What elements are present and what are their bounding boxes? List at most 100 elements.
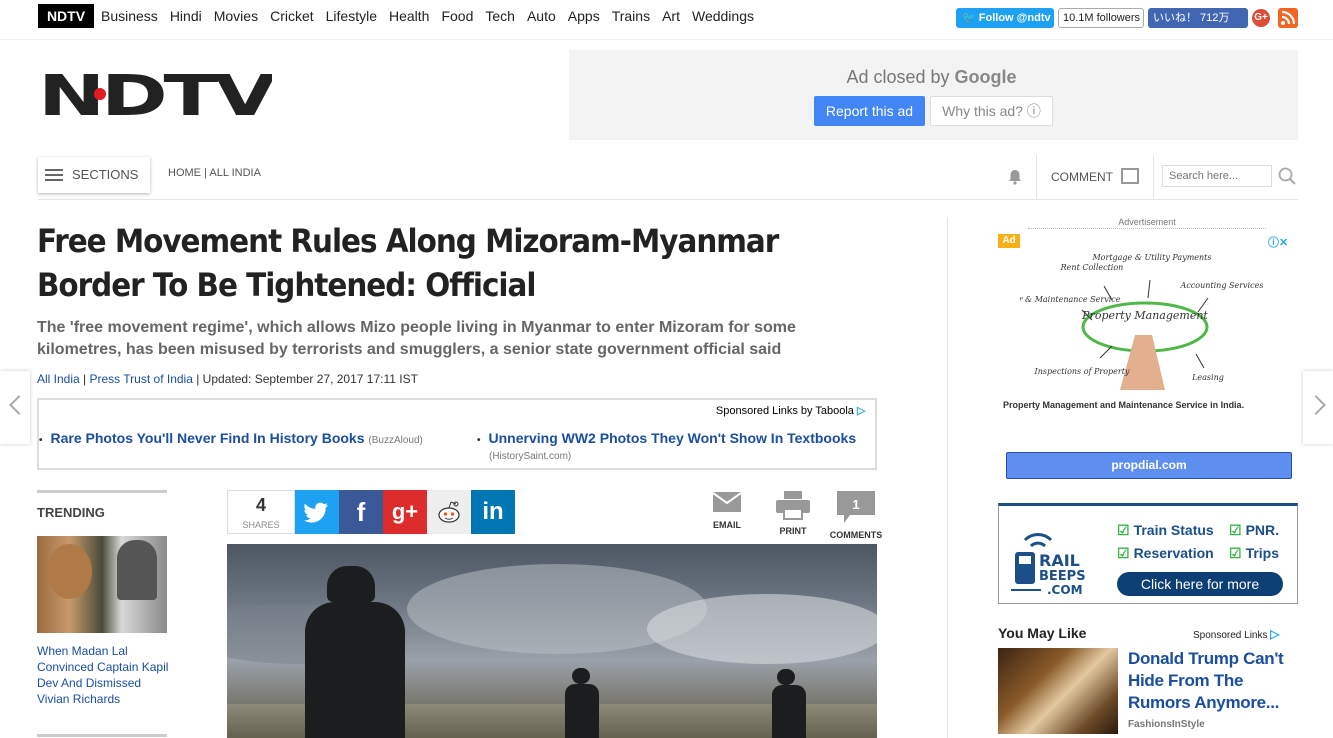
railbeeps-ad[interactable]: RAIL BEEPS .COM ☑ Train Status ☑ PNR. ☑ Res…	[998, 503, 1298, 604]
facebook-share-button[interactable]: f	[339, 490, 383, 534]
print-button[interactable]: PRINT	[775, 490, 811, 536]
taboola-item[interactable]: • Unnerving WW2 Photos They Won't Show In…	[477, 430, 856, 462]
check-icon: ☑	[1229, 545, 1242, 561]
you-may-like-title: You May Like	[998, 625, 1087, 641]
google-plus-icon: g+	[391, 499, 419, 524]
column-divider	[947, 217, 948, 738]
nav-health[interactable]: Health	[389, 8, 429, 24]
linkedin-share-button[interactable]: in	[471, 490, 515, 534]
railbeeps-logo: RAIL BEEPS .COM	[1011, 518, 1101, 598]
twitter-follow-button[interactable]: 🐦 Follow @ndtv	[956, 8, 1054, 28]
why-this-ad-button[interactable]: Why this ad? ⓘ	[930, 96, 1053, 126]
check-icon: ☑	[1229, 522, 1242, 538]
nav-apps[interactable]: Apps	[568, 8, 600, 24]
google-wordmark: Google	[954, 67, 1017, 87]
diagram-center-label: Property Management	[1081, 309, 1208, 322]
nav-trains[interactable]: Trains	[612, 8, 650, 24]
diagram-node: Mortgage & Utility Payments	[1091, 253, 1211, 262]
rail-cta-button[interactable]: Click here for more	[1117, 572, 1283, 596]
check-icon: ☑	[1117, 545, 1130, 561]
diagram-node: Accounting Services	[1180, 281, 1264, 290]
diagram-node: Repair & Maintenance Service	[1020, 295, 1121, 304]
rail-feature: ☑ Reservation	[1117, 545, 1214, 562]
nav-art[interactable]: Art	[662, 8, 680, 24]
search-icon[interactable]	[1278, 167, 1296, 185]
comment-link[interactable]: COMMENT	[1051, 170, 1113, 184]
byline-source-link[interactable]: Press Trust of India	[90, 372, 193, 386]
trending-thumbnail[interactable]	[37, 536, 167, 633]
category-nav: Business Hindi Movies Cricket Lifestyle Healt…	[101, 8, 766, 24]
nav-weddings[interactable]: Weddings	[692, 8, 754, 24]
bell-icon[interactable]	[1008, 169, 1022, 185]
rail-feature: ☑ PNR.	[1229, 522, 1279, 539]
rail-logo-bottom: BEEPS	[1039, 569, 1086, 584]
twitter-followers-count: 10.1M followers	[1058, 8, 1144, 28]
nav-tech[interactable]: Tech	[485, 8, 515, 24]
divider	[1036, 155, 1037, 200]
taboola-item-title: Unnerving WW2 Photos They Won't Show In …	[488, 430, 857, 446]
nav-hindi[interactable]: Hindi	[170, 8, 202, 24]
rail-logo-top: RAIL	[1039, 551, 1080, 570]
reddit-share-button[interactable]	[427, 490, 471, 534]
you-may-like-thumbnail[interactable]	[998, 648, 1118, 734]
search-input[interactable]	[1162, 165, 1272, 187]
nav-movies[interactable]: Movies	[214, 8, 258, 24]
nav-business[interactable]: Business	[101, 8, 158, 24]
ndtv-logo[interactable]: NDTV	[38, 64, 280, 129]
printer-icon	[776, 491, 810, 520]
sections-menu-button[interactable]: SECTIONS	[38, 157, 150, 193]
email-button[interactable]: EMAIL	[710, 490, 744, 530]
nav-auto[interactable]: Auto	[527, 8, 556, 24]
comments-button[interactable]: 1 COMMENTS	[826, 490, 886, 540]
google-plus-button[interactable]: G+	[1252, 9, 1270, 27]
diagram-node: Rent Collection	[1060, 263, 1124, 272]
trending-story-link[interactable]: When Madan Lal Convinced Captain Kapil D…	[37, 643, 172, 707]
rail-feature-label: Train Status	[1133, 522, 1214, 538]
taboola-widget: Sponsored Links by Taboola ▷ • Rare Photo…	[37, 398, 877, 470]
taboola-item-source: (HistorySaint.com)	[489, 451, 572, 462]
comment-bubble-icon[interactable]	[1121, 168, 1139, 184]
rail-feature-label: PNR.	[1245, 522, 1280, 538]
rail-feature: ☑ Trips	[1229, 545, 1279, 562]
report-ad-button[interactable]: Report this ad	[814, 96, 925, 126]
twitter-follow-label: Follow @ndtv	[978, 12, 1051, 24]
breadcrumb[interactable]: HOME | ALL INDIA	[168, 167, 261, 179]
sponsored-links[interactable]: Sponsored Links ▷	[1193, 627, 1280, 641]
bullet-icon: •	[39, 435, 43, 446]
sections-label: SECTIONS	[72, 167, 139, 182]
nav-food[interactable]: Food	[441, 8, 473, 24]
taboola-sponsored-label: Sponsored Links by Taboola	[715, 405, 854, 417]
property-management-diagram[interactable]: Property Management Rent Collection Mort…	[994, 250, 1270, 398]
ad-caption[interactable]: Property Management and Maintenance Serv…	[1003, 400, 1293, 410]
next-article-arrow[interactable]	[1303, 371, 1333, 444]
taboola-sponsored[interactable]: Sponsored Links by Taboola ▷	[716, 404, 869, 417]
rail-feature-label: Trips	[1245, 545, 1280, 561]
byline: All India | Press Trust of India | Updat…	[37, 372, 418, 386]
byline-updated: | Updated: September 27, 2017 17:11 IST	[192, 372, 418, 386]
ad-closed-text: Ad closed by Google	[569, 67, 1294, 88]
twitter-bird-icon: 🐦	[962, 12, 979, 24]
adchoices-icon[interactable]: ⓘ✕	[1268, 234, 1298, 249]
taboola-item[interactable]: • Rare Photos You'll Never Find In Histor…	[39, 430, 423, 446]
twitter-share-button[interactable]	[295, 490, 339, 534]
nav-lifestyle[interactable]: Lifestyle	[326, 8, 377, 24]
section-bar: SECTIONS HOME | ALL INDIA COMMENT	[38, 155, 1298, 200]
share-count-number: 4	[255, 495, 266, 515]
byline-category-link[interactable]: All India	[37, 372, 80, 386]
propdial-button[interactable]: propdial.com	[1006, 452, 1292, 479]
ad-closed-prefix: Ad closed by	[846, 67, 950, 87]
article-headline: Free Movement Rules Along Mizoram-Myanma…	[37, 222, 779, 304]
google-plus-share-button[interactable]: g+	[383, 490, 427, 534]
facebook-icon: f	[356, 497, 366, 527]
share-bar: 4 SHARES f g+ in	[227, 490, 515, 534]
you-may-like-story-link[interactable]: Donald Trump Can't Hide From The Rumors …	[1128, 648, 1298, 714]
share-count: 4 SHARES	[227, 490, 295, 534]
nav-cricket[interactable]: Cricket	[270, 8, 314, 24]
facebook-like-button[interactable]: いいね！ 712万	[1148, 8, 1248, 28]
taboola-item-source: (BuzzAloud)	[368, 435, 423, 446]
print-label: PRINT	[779, 526, 807, 536]
ndtv-home-link[interactable]: NDTV	[38, 4, 94, 28]
previous-article-arrow[interactable]	[0, 371, 30, 444]
trending-title: TRENDING	[37, 505, 105, 520]
rss-icon[interactable]	[1278, 8, 1298, 28]
